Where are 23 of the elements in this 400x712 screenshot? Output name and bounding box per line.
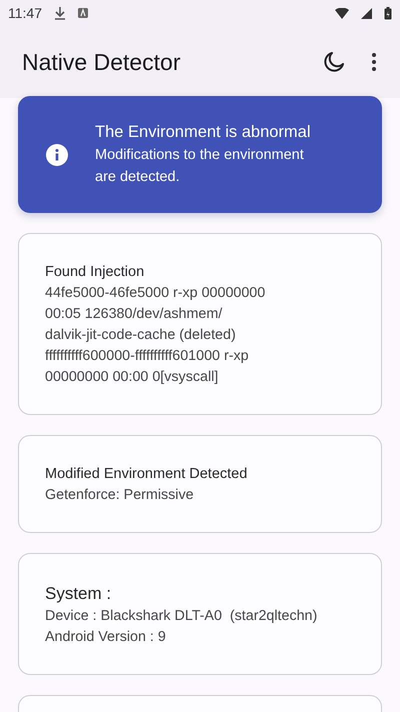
- card-text: 00:05 126380/dev/ashmem/: [45, 305, 224, 324]
- card-text: Device : Blackshark DLT-A0 (star2qltechn): [45, 607, 318, 626]
- card-text: ffffffffff600000-ffffffffff601000 r-xp: [45, 347, 250, 366]
- card-text: Android Version : 9: [45, 628, 167, 647]
- card-text: Getenforce: Permissive: [45, 486, 195, 505]
- moon-icon[interactable]: [322, 50, 346, 74]
- banner-text: Modifications to the environment: [95, 146, 305, 165]
- banner-title: The Environment is abnormal: [95, 122, 311, 143]
- status-time: 11:47: [8, 5, 42, 21]
- info-icon: [46, 144, 68, 166]
- card-text: dalvik-jit-code-cache (deleted): [45, 326, 237, 345]
- card-title: Found Injection: [45, 263, 146, 282]
- card-text: 44fe5000-46fe5000 r-xp 00000000: [45, 284, 266, 303]
- signal-icon: [361, 8, 372, 18]
- download-icon: [54, 6, 66, 20]
- card-text: 00000000 00:00 0[vsyscall]: [45, 368, 220, 387]
- app-title: Native Detector: [22, 48, 182, 76]
- battery-icon: [384, 6, 392, 20]
- banner-text: are detected.: [95, 168, 181, 187]
- card-title: Modified Environment Detected: [45, 465, 248, 484]
- card-title: System :: [45, 583, 112, 605]
- notification-icon: [78, 8, 88, 18]
- wifi-icon: [335, 8, 349, 18]
